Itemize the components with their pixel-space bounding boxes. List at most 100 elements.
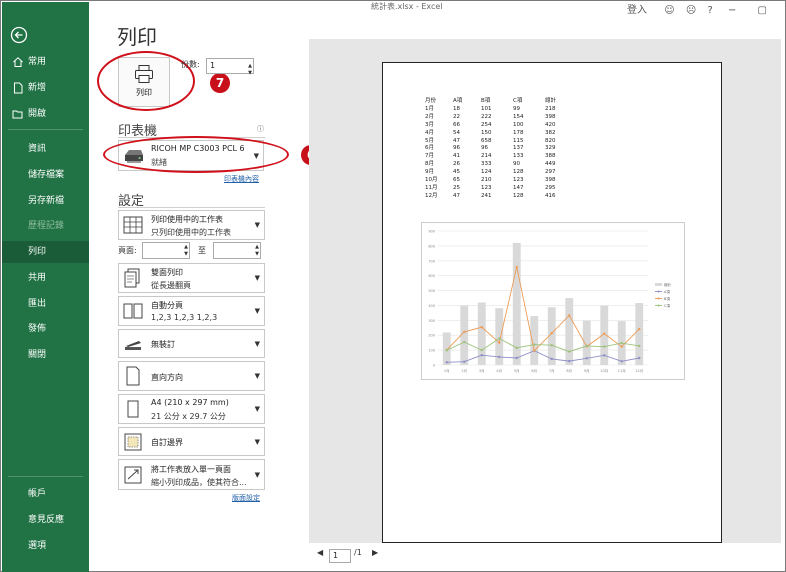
- page-navigation: ◀: [317, 548, 323, 557]
- table-row: 9月 45 124 128 297: [425, 169, 573, 177]
- data-point: [585, 357, 588, 360]
- orientation-dropdown[interactable]: 直向方向 ▼: [118, 361, 265, 391]
- data-point: [620, 345, 623, 348]
- copies-value: 1: [210, 61, 216, 70]
- spin-down-icon[interactable]: ▼: [248, 66, 252, 80]
- y-tick-label: 400: [428, 304, 435, 308]
- x-tick-label: 3月: [479, 368, 485, 373]
- open-folder-icon: [12, 110, 23, 119]
- data-point: [533, 349, 536, 352]
- sidebar-item-new[interactable]: 新增: [2, 77, 89, 99]
- scaling-description: 縮小列印成品，使其符合...: [151, 478, 247, 487]
- info-icon[interactable]: ⓘ: [257, 124, 264, 134]
- spin-down-icon[interactable]: ▼: [184, 251, 188, 257]
- y-tick-label: 800: [428, 244, 435, 248]
- data-point: [620, 341, 623, 345]
- duplex-print-icon: [124, 268, 140, 288]
- collate-dropdown[interactable]: 自動分頁 1,2,3 1,2,3 1,2,3 ▼: [118, 296, 265, 326]
- sidebar-item-info[interactable]: 資訊: [2, 138, 89, 160]
- page-from-input[interactable]: ▲ ▼: [142, 242, 190, 259]
- page-setup-link[interactable]: 版面設定: [232, 493, 260, 503]
- data-point: [585, 344, 588, 348]
- sidebar-item-feedback[interactable]: 意見反應: [2, 509, 89, 531]
- data-point: [445, 361, 448, 364]
- sidebar-item-close[interactable]: 關閉: [2, 344, 89, 366]
- worksheet-grid-icon: [123, 216, 143, 234]
- copies-label: 份數:: [181, 60, 200, 69]
- sidebar-item-open[interactable]: 開啟: [2, 103, 89, 125]
- sidebar-item-account[interactable]: 帳戶: [2, 483, 89, 505]
- next-page-icon[interactable]: ▶: [372, 548, 378, 557]
- back-arrow-icon[interactable]: [10, 26, 28, 44]
- sidebar-item-print[interactable]: 列印: [2, 241, 89, 263]
- annotation-ring-printer: [103, 136, 289, 173]
- spin-down-icon[interactable]: ▼: [255, 251, 259, 257]
- paper-size-dropdown[interactable]: A4 (210 x 297 mm) 21 公分 x 29.7 公分 ▼: [118, 394, 265, 424]
- excel-window: 統計表.xlsx - Excel 登入 ☺ ☹ ? − ▢ 常用 新增 開啟 資…: [0, 0, 786, 572]
- previous-page-icon[interactable]: ◀: [317, 548, 323, 557]
- signin-link[interactable]: 登入: [627, 5, 647, 16]
- spin-up-icon[interactable]: ▲: [255, 244, 259, 250]
- sidebar-item-options[interactable]: 選項: [2, 535, 89, 557]
- sidebar-divider: [8, 476, 83, 477]
- data-point: [480, 353, 483, 357]
- spin-up-icon[interactable]: ▲: [184, 244, 188, 250]
- sidebar-item-label: 新增: [28, 83, 47, 93]
- sidebar-item-label: 意見反應: [28, 515, 65, 525]
- window-title: 統計表.xlsx - Excel: [371, 2, 443, 11]
- page-to-input[interactable]: ▲ ▼: [213, 242, 261, 259]
- table-row: 1月 18 101 99 218: [425, 106, 573, 114]
- help-icon[interactable]: ?: [707, 5, 712, 16]
- data-point: [568, 359, 571, 363]
- table-cell: 65: [453, 177, 460, 184]
- table-cell: 124: [481, 169, 492, 176]
- sidebar-item-publish[interactable]: 發佈: [2, 318, 89, 340]
- annotation-badge-print: 7: [210, 73, 230, 93]
- data-point: [638, 327, 641, 331]
- sidebar-item-share[interactable]: 共用: [2, 267, 89, 289]
- table-cell: 3月: [425, 121, 434, 128]
- y-tick-label: 700: [428, 259, 435, 263]
- maximize-icon[interactable]: ▢: [758, 5, 767, 16]
- sidebar-item-home[interactable]: 常用: [2, 51, 89, 73]
- x-tick-label: 5月: [514, 368, 520, 373]
- table-cell: 47: [453, 137, 460, 144]
- scaling-dropdown[interactable]: 將工作表放入單一頁面 縮小列印成品，使其符合... ▼: [118, 459, 265, 490]
- current-page-input[interactable]: 1: [329, 549, 351, 563]
- staple-dropdown[interactable]: 無裝訂 ▼: [118, 329, 265, 358]
- table-row: 7月 41 214 133 388: [425, 153, 573, 161]
- legend-marker: [657, 304, 660, 307]
- table-cell: 123: [481, 184, 492, 191]
- printer-properties-link[interactable]: 印表機內容: [224, 174, 259, 184]
- table-row: 10月 65 210 123 398: [425, 177, 573, 185]
- margins-dropdown[interactable]: 自訂邊界 ▼: [118, 427, 265, 456]
- chevron-down-icon: ▼: [254, 405, 260, 413]
- duplex-dropdown[interactable]: 雙面列印 從長邊翻頁 ▼: [118, 263, 265, 293]
- minimize-icon[interactable]: −: [728, 5, 736, 16]
- section-divider: [118, 207, 265, 208]
- table-cell: 26: [453, 161, 460, 168]
- x-tick-label: 11月: [618, 368, 626, 373]
- sidebar-item-save-as[interactable]: 另存新檔: [2, 190, 89, 212]
- table-cell: 210: [481, 177, 492, 184]
- sidebar-item-label: 選項: [28, 541, 47, 551]
- frown-icon[interactable]: ☹: [686, 5, 696, 16]
- x-tick-label: 6月: [531, 368, 537, 373]
- data-point: [445, 349, 448, 352]
- scaling-value: 將工作表放入單一頁面: [151, 465, 231, 474]
- table-cell: 12月: [425, 192, 438, 199]
- paper-size-icon: [127, 400, 139, 418]
- copies-input[interactable]: 1 ▲ ▼: [206, 58, 254, 76]
- table-cell: 147: [513, 184, 524, 191]
- series-line: [446, 337, 640, 353]
- table-cell: 96: [481, 145, 488, 152]
- data-point: [498, 341, 501, 344]
- smile-icon[interactable]: ☺: [664, 5, 674, 16]
- sidebar-item-export[interactable]: 匯出: [2, 293, 89, 315]
- table-cell: 25: [453, 184, 460, 191]
- sidebar-item-save[interactable]: 儲存檔案: [2, 164, 89, 186]
- margins-value: 自訂邊界: [151, 438, 183, 447]
- print-scope-dropdown[interactable]: 列印使用中的工作表 只列印使用中的工作表 ▼: [118, 210, 265, 240]
- x-tick-label: 10月: [600, 368, 608, 373]
- table-cell: 54: [453, 129, 460, 136]
